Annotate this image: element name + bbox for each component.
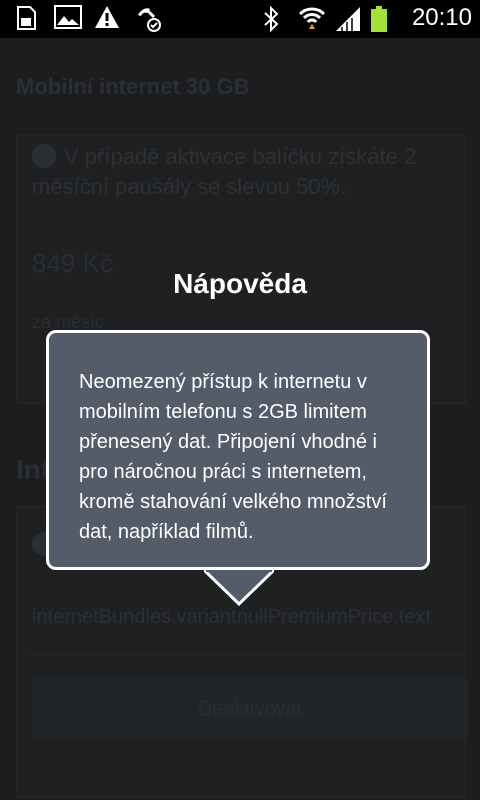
help-title: Nápověda [173, 268, 307, 299]
premium-price: internetBundles.variantnullPremiumPrice.… [32, 606, 432, 628]
divider [30, 654, 464, 655]
call-forward-icon [134, 5, 161, 32]
page-title: Mobilní internet 30 GB [16, 74, 250, 99]
signal-icon [334, 5, 360, 31]
info-text: V případě aktivace balíčku získáte 2 měs… [32, 144, 417, 199]
wifi-icon [298, 5, 325, 31]
warning-icon [94, 5, 120, 31]
sd-card-icon [14, 5, 40, 31]
tooltip-arrow-icon [204, 570, 274, 606]
battery-icon [370, 5, 396, 32]
image-icon [54, 5, 82, 31]
info-row: V případě aktivace balíčku získáte 2 měs… [32, 142, 432, 202]
bluetooth-icon [262, 5, 288, 33]
close-icon [32, 144, 56, 168]
help-tooltip[interactable]: Neomezený přístup k internetu v mobilním… [46, 330, 430, 570]
clock: 20:10 [411, 4, 472, 31]
deactivate-button: Deaktivovat [32, 678, 468, 740]
status-bar: 20:10 [0, 0, 480, 38]
help-text: Neomezený přístup k internetu v mobilním… [79, 371, 387, 543]
